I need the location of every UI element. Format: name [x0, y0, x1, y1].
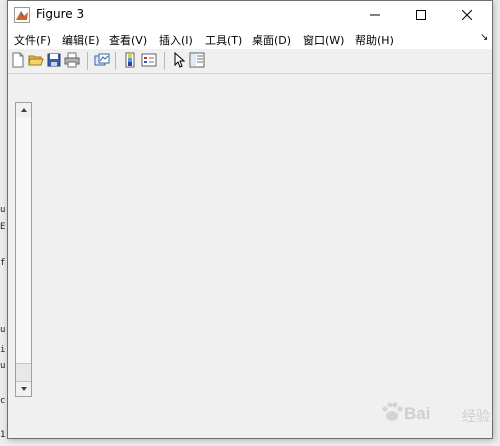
baidu-watermark: Bai 经验 — [380, 394, 490, 434]
background-text-fragment: 1 — [0, 430, 6, 440]
figure-window: Figure 3 文件(F) 编辑(E) 查看(V) 插入(I) 工具(T) 桌… — [7, 0, 493, 439]
menu-file[interactable]: 文件(F) — [14, 32, 51, 48]
background-text-fragment: i — [0, 345, 6, 355]
menu-desktop[interactable]: 桌面(D) — [252, 32, 291, 48]
scroll-thumb[interactable] — [16, 363, 31, 382]
background-text-fragment: u — [0, 205, 6, 215]
link-plot-icon[interactable] — [94, 52, 110, 68]
menu-tools[interactable]: 工具(T) — [205, 32, 242, 48]
title-bar[interactable]: Figure 3 — [8, 1, 492, 29]
scroll-up-icon — [20, 108, 27, 112]
scroll-track[interactable] — [16, 117, 31, 363]
pointer-icon[interactable] — [171, 52, 187, 68]
vertical-scrollbar[interactable] — [15, 102, 32, 397]
background-text-fragment: u — [0, 361, 6, 371]
scroll-down-button[interactable] — [16, 381, 31, 396]
background-text-fragment: c — [0, 396, 6, 406]
property-inspector-icon[interactable] — [189, 52, 205, 68]
legend-icon[interactable] — [141, 52, 157, 68]
menu-bar: 文件(F) 编辑(E) 查看(V) 插入(I) 工具(T) 桌面(D) 窗口(W… — [8, 29, 492, 49]
toolbar-separator — [164, 52, 165, 70]
scroll-up-button[interactable] — [16, 103, 31, 118]
menu-view[interactable]: 查看(V) — [109, 32, 147, 48]
figure-toolbar — [8, 49, 492, 74]
watermark-subtext: 经验 — [462, 408, 490, 424]
maximize-button[interactable] — [398, 1, 444, 29]
menu-help[interactable]: 帮助(H) — [355, 32, 394, 48]
new-figure-icon[interactable] — [10, 52, 26, 68]
colorbar-icon[interactable] — [122, 52, 138, 68]
print-icon[interactable] — [64, 52, 80, 68]
background-text-fragment: f — [0, 258, 6, 268]
menu-window[interactable]: 窗口(W) — [303, 32, 344, 48]
close-button[interactable] — [444, 1, 490, 29]
dock-arrow-icon[interactable]: ↘ — [480, 32, 488, 43]
matlab-icon — [14, 7, 30, 23]
minimize-button[interactable] — [352, 1, 398, 29]
minimize-icon — [370, 14, 380, 16]
background-text-fragment: u — [0, 325, 6, 335]
open-file-icon[interactable] — [28, 52, 44, 68]
toolbar-separator — [115, 52, 116, 70]
paw-icon — [382, 402, 403, 421]
background-text-fragment: E — [0, 222, 6, 232]
window-title: Figure 3 — [36, 7, 85, 21]
close-icon — [462, 10, 472, 20]
menu-insert[interactable]: 插入(I) — [159, 32, 193, 48]
scroll-down-icon — [20, 387, 27, 391]
save-icon[interactable] — [46, 52, 62, 68]
toolbar-separator — [87, 52, 88, 70]
watermark-text: Bai — [404, 404, 431, 423]
maximize-icon — [416, 10, 426, 20]
background-window-edge-right — [493, 0, 500, 446]
menu-edit[interactable]: 编辑(E) — [62, 32, 100, 48]
